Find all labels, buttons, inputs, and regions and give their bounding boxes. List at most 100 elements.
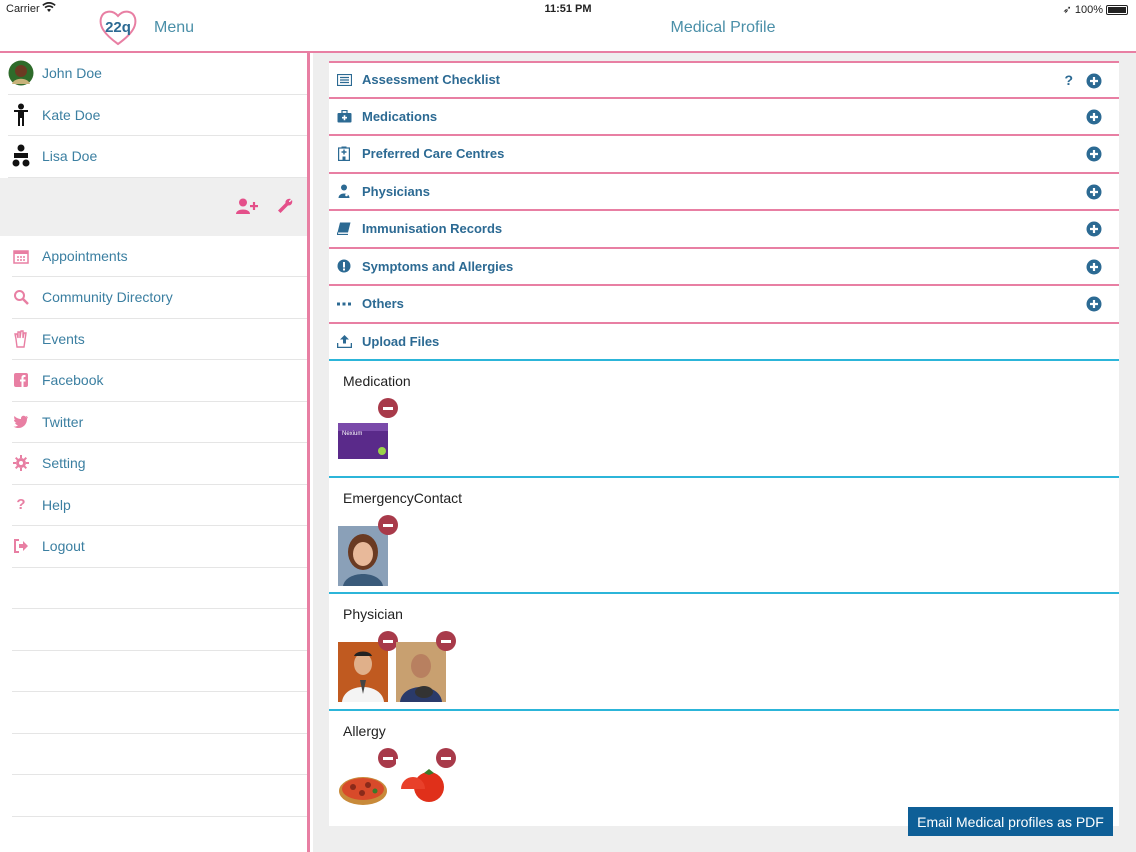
section-upload-files[interactable]: Upload Files <box>329 324 1119 361</box>
help-icon[interactable]: ? <box>1064 72 1073 88</box>
section-immunisation-records[interactable]: Immunisation Records <box>329 211 1119 249</box>
question-icon: ? <box>16 496 26 514</box>
add-icon[interactable] <box>1086 109 1102 125</box>
woman-photo-thumbnail[interactable] <box>338 514 398 586</box>
hand-icon <box>12 330 30 348</box>
remove-icon[interactable] <box>378 398 398 418</box>
profile-name: Kate Doe <box>42 106 101 123</box>
nav-label: Logout <box>42 538 85 555</box>
medkit-icon <box>336 108 352 124</box>
nav-label: Community Directory <box>42 289 173 306</box>
profile-kate-doe[interactable]: Kate Doe <box>8 95 307 136</box>
gear-icon <box>12 454 30 472</box>
upload-icon <box>336 333 352 349</box>
medication-block: Medication Nexium <box>329 361 1119 478</box>
search-icon <box>12 288 30 306</box>
nav-setting[interactable]: Setting <box>12 443 307 485</box>
empty-row <box>12 609 307 651</box>
medication-box-thumbnail[interactable]: Nexium <box>338 398 398 459</box>
profile-tools-bar <box>0 177 307 236</box>
ellipsis-icon <box>336 296 352 312</box>
hospital-icon <box>336 146 352 162</box>
page-title: Medical Profile <box>670 19 776 36</box>
block-title: Physician <box>343 606 403 622</box>
doctor-photo-thumbnail[interactable] <box>338 631 398 702</box>
nav-label: Twitter <box>42 413 84 430</box>
nav-facebook[interactable]: Facebook <box>12 360 307 402</box>
pizza-photo-thumbnail[interactable] <box>338 747 398 809</box>
add-icon[interactable] <box>1086 221 1102 237</box>
nav-bar: 22q Menu Medical Profile <box>0 0 1136 53</box>
physician-block: Physician <box>329 594 1119 711</box>
section-label: Preferred Care Centres <box>362 146 505 162</box>
section-symptoms-and-allergies[interactable]: Symptoms and Allergies <box>329 249 1119 286</box>
section-label: Immunisation Records <box>362 221 503 237</box>
profile-lisa-doe[interactable]: Lisa Doe <box>8 136 307 178</box>
emergency-contact-block: EmergencyContact <box>329 478 1119 594</box>
calendar-icon <box>12 247 30 265</box>
nav-logout[interactable]: Logout <box>12 526 307 568</box>
nav-help[interactable]: ? Help <box>12 485 307 526</box>
main-content: Assessment Checklist ? Medications Prefe… <box>313 53 1136 852</box>
section-label: Physicians <box>362 183 430 199</box>
svg-text:Nexium: Nexium <box>342 431 362 437</box>
sidebar: John Doe Kate Doe Lisa Doe Appointments … <box>0 53 310 852</box>
empty-row <box>12 734 307 775</box>
nav-community-directory[interactable]: Community Directory <box>12 277 307 319</box>
nav-twitter[interactable]: Twitter <box>12 402 307 443</box>
list-icon <box>336 72 352 88</box>
add-icon[interactable] <box>1086 73 1102 89</box>
nav-events[interactable]: Events <box>12 319 307 360</box>
section-medications[interactable]: Medications <box>329 99 1119 136</box>
svg-text:22q: 22q <box>105 19 131 36</box>
remove-icon[interactable] <box>378 631 398 651</box>
empty-row <box>12 692 307 734</box>
section-label: Upload Files <box>362 333 440 349</box>
section-others[interactable]: Others <box>329 286 1119 324</box>
menu-title: Menu <box>154 19 195 36</box>
book-icon <box>336 221 352 237</box>
nav-label: Setting <box>42 455 86 472</box>
app-logo: 22q <box>98 8 138 46</box>
remove-icon[interactable] <box>436 631 456 651</box>
nav-label: Events <box>42 330 85 347</box>
block-title: Medication <box>343 373 411 389</box>
email-pdf-button[interactable]: Email Medical profiles as PDF <box>908 807 1113 836</box>
nav-label: Facebook <box>42 372 104 389</box>
nav-label: Help <box>42 496 71 513</box>
remove-icon[interactable] <box>378 747 398 768</box>
baby-icon <box>8 143 34 169</box>
add-icon[interactable] <box>1086 146 1102 162</box>
exclamation-icon <box>336 258 352 274</box>
wrench-icon[interactable] <box>277 198 293 219</box>
remove-icon[interactable] <box>436 747 456 768</box>
section-physicians[interactable]: Physicians <box>329 174 1119 211</box>
profile-name: Lisa Doe <box>42 148 98 165</box>
remove-icon[interactable] <box>378 514 398 535</box>
block-title: Allergy <box>343 722 386 739</box>
empty-row <box>12 651 307 692</box>
add-user-icon[interactable] <box>236 198 258 219</box>
doctor-icon <box>336 183 352 199</box>
section-label: Medications <box>362 108 438 124</box>
facebook-icon <box>12 371 30 389</box>
block-title: EmergencyContact <box>343 489 463 506</box>
section-label: Assessment Checklist <box>362 72 501 88</box>
medical-profile-panel: Assessment Checklist ? Medications Prefe… <box>329 61 1119 826</box>
section-preferred-care-centres[interactable]: Preferred Care Centres <box>329 136 1119 174</box>
section-assessment-checklist[interactable]: Assessment Checklist ? <box>329 61 1119 99</box>
add-icon[interactable] <box>1086 259 1102 275</box>
profile-name: John Doe <box>42 65 102 82</box>
nav-label: Appointments <box>42 247 128 264</box>
add-icon[interactable] <box>1086 296 1102 312</box>
tomato-photo-thumbnail[interactable] <box>396 747 456 809</box>
nav-appointments[interactable]: Appointments <box>12 236 307 277</box>
profile-john-doe[interactable]: John Doe <box>8 53 307 95</box>
avatar <box>8 60 34 86</box>
section-label: Symptoms and Allergies <box>362 258 514 274</box>
add-icon[interactable] <box>1086 184 1102 200</box>
twitter-icon <box>12 413 30 431</box>
empty-row <box>12 568 307 609</box>
man-photo-thumbnail[interactable] <box>396 631 456 702</box>
section-label: Others <box>362 296 404 312</box>
